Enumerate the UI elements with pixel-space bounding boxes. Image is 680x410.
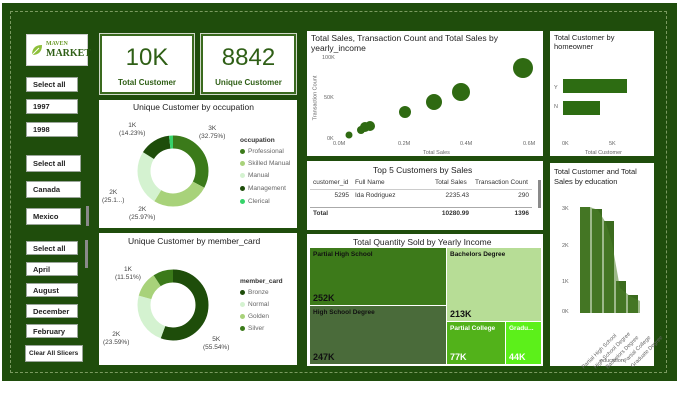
table-scrollbar[interactable] bbox=[538, 180, 541, 208]
scatter-chart: Total Sales, Transaction Count and Total… bbox=[307, 31, 543, 156]
occ-label-skilled-manual: 2K (25.97%) bbox=[129, 206, 156, 221]
homeowner-x-label: Total Customer bbox=[585, 150, 622, 156]
leaf-icon bbox=[31, 45, 42, 56]
kpi-total-customer-label: Total Customer bbox=[117, 78, 177, 87]
scatter-point bbox=[452, 83, 470, 101]
month-december[interactable]: December bbox=[26, 304, 78, 318]
kpi-unique-customer-label: Unique Customer bbox=[215, 78, 282, 87]
education-bars bbox=[580, 207, 640, 313]
logo: MAVEN MARKET bbox=[26, 34, 91, 66]
year-1997[interactable]: 1997 bbox=[26, 99, 78, 114]
occupation-chart: Unique Customer by occupation 3K (32.75%)… bbox=[99, 100, 297, 228]
homeowner-bar-n bbox=[563, 101, 600, 115]
legend-item-golden[interactable]: Golden bbox=[240, 313, 269, 320]
table-header-row: customer_id Full Name Total Sales Transa… bbox=[310, 177, 532, 190]
month-select-all[interactable]: Select all bbox=[26, 241, 78, 255]
treemap-tile-graduate-degree[interactable]: Gradu... 44K bbox=[506, 322, 541, 364]
kpi-unique-customer: 8842 Unique Customer bbox=[200, 33, 297, 95]
year-1998[interactable]: 1998 bbox=[26, 122, 78, 137]
treemap-chart: Total Quantity Sold by Yearly Income Par… bbox=[307, 234, 543, 366]
homeowner-chart: Total Customer by homeowner Y N 0K 5K To… bbox=[550, 31, 654, 156]
legend-item-management[interactable]: Management bbox=[240, 185, 286, 192]
table-total-row: Total 10280.99 1396 bbox=[310, 207, 532, 219]
legend-item-bronze[interactable]: Bronze bbox=[240, 289, 269, 296]
treemap-tile-high-school-degree[interactable]: High School Degree 247K bbox=[310, 306, 446, 364]
homeowner-x-tick: 0K bbox=[562, 141, 569, 147]
kpi-unique-customer-value: 8842 bbox=[221, 44, 276, 71]
top5-table: customer_id Full Name Total Sales Transa… bbox=[310, 177, 532, 219]
scatter-point bbox=[513, 58, 533, 78]
table-row[interactable]: 5295 Ida Rodriguez 2235.43 290 bbox=[310, 189, 532, 201]
homeowner-bar-y bbox=[563, 79, 627, 93]
kpi-total-customer-value: 10K bbox=[125, 44, 169, 71]
brand-line1: MAVEN bbox=[46, 41, 68, 47]
card-label-bronze: 5K (55.54%) bbox=[203, 336, 230, 351]
homeowner-x-tick: 5K bbox=[609, 141, 616, 147]
country-canada[interactable]: Canada bbox=[26, 181, 81, 198]
country-mexico[interactable]: Mexico bbox=[26, 208, 81, 225]
month-february[interactable]: February bbox=[26, 324, 78, 338]
country-select-all[interactable]: Select all bbox=[26, 155, 81, 172]
treemap-tile-partial-college[interactable]: Partial College 77K bbox=[447, 322, 505, 364]
scatter-point bbox=[426, 94, 442, 110]
legend-item-normal[interactable]: Normal bbox=[240, 301, 269, 308]
occ-label-management: 1K (14.23%) bbox=[119, 122, 146, 137]
scatter-point bbox=[399, 106, 411, 118]
scatter-point bbox=[345, 131, 353, 139]
legend-item-skilled-manual[interactable]: Skilled Manual bbox=[240, 160, 290, 167]
occupation-legend-title: occupation bbox=[240, 137, 275, 144]
year-select-all[interactable]: Select all bbox=[26, 77, 78, 92]
country-scrollbar[interactable] bbox=[86, 206, 89, 226]
legend-item-professional[interactable]: Professional bbox=[240, 148, 284, 155]
month-august[interactable]: August bbox=[26, 283, 78, 297]
col-full-name[interactable]: Full Name bbox=[352, 177, 432, 190]
card-label-golden: 1K (11.51%) bbox=[115, 266, 141, 281]
col-transaction-count[interactable]: Transaction Count bbox=[472, 177, 532, 190]
treemap-title: Total Quantity Sold by Yearly Income bbox=[353, 237, 492, 247]
clear-all-slicers-button[interactable]: Clear All Slicers bbox=[25, 345, 83, 362]
year-slicer: Select all 1997 1998 bbox=[23, 70, 93, 142]
legend-item-silver[interactable]: Silver bbox=[240, 325, 264, 332]
treemap-tile-partial-high-school[interactable]: Partial High School 252K bbox=[310, 248, 446, 305]
member-card-chart-title: Unique Customer by member_card bbox=[128, 236, 261, 246]
top5-table-title: Top 5 Customers by Sales bbox=[373, 165, 473, 175]
scatter-point bbox=[365, 121, 375, 131]
education-x-label: education bbox=[600, 358, 624, 364]
card-label-normal: 2K (23.59%) bbox=[103, 331, 130, 346]
occ-label-professional: 3K (32.75%) bbox=[199, 125, 226, 140]
education-chart: Total Customer and Total Sales by educat… bbox=[550, 163, 664, 370]
occupation-chart-title: Unique Customer by occupation bbox=[133, 102, 254, 112]
homeowner-cat-y: Y bbox=[554, 85, 558, 91]
legend-item-manual[interactable]: Manual bbox=[240, 172, 269, 179]
brand-line2: MARKET bbox=[46, 48, 91, 59]
country-slicer: Select all Canada Mexico bbox=[23, 148, 93, 230]
homeowner-cat-n: N bbox=[554, 104, 558, 110]
month-slicer: Select all April August December Februar… bbox=[23, 236, 93, 340]
member-card-chart: Unique Customer by member_card 5K (55.54%… bbox=[99, 233, 297, 365]
month-scrollbar[interactable] bbox=[85, 240, 88, 268]
treemap-tile-bachelors-degree[interactable]: Bachelors Degree 213K bbox=[447, 248, 541, 321]
month-april[interactable]: April bbox=[26, 262, 78, 276]
homeowner-title-line1: Total Customer by homeowner bbox=[554, 33, 615, 51]
col-customer-id[interactable]: customer_id bbox=[310, 177, 352, 190]
col-total-sales[interactable]: Total Sales bbox=[432, 177, 472, 190]
member-card-legend-title: member_card bbox=[240, 278, 283, 285]
scatter-plot bbox=[345, 58, 533, 139]
top5-customers-table: Top 5 Customers by Sales customer_id Ful… bbox=[307, 161, 543, 230]
legend-item-clerical[interactable]: Clerical bbox=[240, 198, 270, 205]
kpi-total-customer: 10K Total Customer bbox=[99, 33, 195, 95]
occ-label-manual: 2K (25.1...) bbox=[102, 189, 125, 204]
